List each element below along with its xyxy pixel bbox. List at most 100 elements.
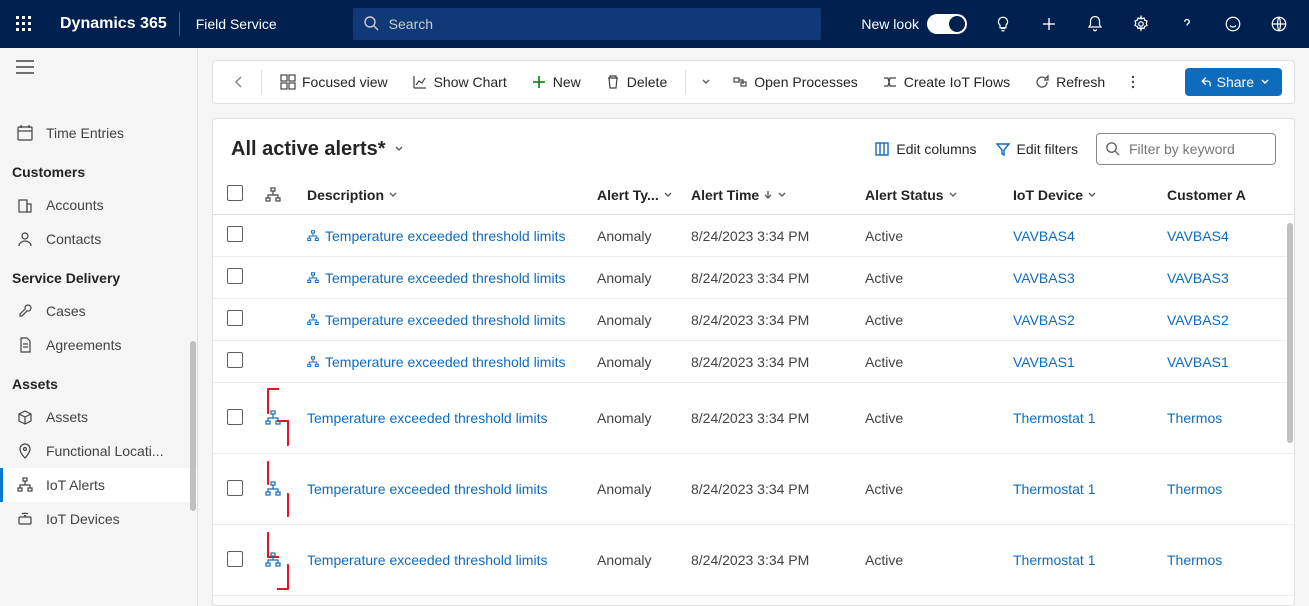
share-button[interactable]: Share	[1185, 68, 1282, 96]
customer-asset-link[interactable]: VAVBAS4	[1167, 228, 1229, 244]
customer-asset-link[interactable]: VAVBAS2	[1167, 312, 1229, 328]
grid-scrollbar[interactable]	[1287, 223, 1293, 443]
description-link[interactable]: Temperature exceeded threshold limits	[307, 481, 547, 497]
sidebar-item-iot-devices[interactable]: IoT Devices	[0, 502, 197, 536]
bell-icon[interactable]	[1073, 0, 1117, 48]
view-title-dropdown[interactable]: All active alerts*	[231, 138, 406, 161]
new-button[interactable]: New	[521, 68, 591, 96]
device-link[interactable]: VAVBAS4	[1013, 228, 1075, 244]
table-row[interactable]: Temperature exceeded threshold limitsAno…	[213, 299, 1294, 341]
create-iot-flows-button[interactable]: Create IoT Flows	[872, 68, 1020, 96]
filter-input[interactable]	[1096, 133, 1276, 165]
delete-split-button[interactable]	[694, 70, 718, 94]
table-row[interactable]: Temperature exceeded threshold limits Ano…	[213, 525, 1294, 596]
description-link[interactable]: Temperature exceeded threshold limits	[325, 354, 565, 370]
device-link[interactable]: Thermostat 1	[1013, 552, 1095, 568]
device-link[interactable]: Thermostat 1	[1013, 410, 1095, 426]
row-checkbox[interactable]	[213, 383, 257, 454]
delete-button[interactable]: Delete	[595, 68, 677, 96]
customer-asset-link[interactable]: Thermos	[1167, 552, 1222, 568]
overflow-button[interactable]	[1119, 68, 1147, 96]
row-checkbox[interactable]	[213, 341, 257, 383]
description-link[interactable]: Temperature exceeded threshold limits	[325, 312, 565, 328]
focused-view-button[interactable]: Focused view	[270, 68, 398, 96]
customer-asset-link[interactable]: Thermos	[1167, 410, 1222, 426]
global-search[interactable]	[353, 8, 821, 40]
column-header-iot-device[interactable]: IoT Device	[1005, 175, 1159, 215]
edit-columns-button[interactable]: Edit columns	[874, 141, 976, 157]
sidebar-item-functional-locations[interactable]: Functional Locati...	[0, 434, 197, 468]
open-processes-button[interactable]: Open Processes	[722, 68, 868, 96]
hierarchy-icon[interactable]	[307, 356, 319, 368]
hierarchy-icon[interactable]	[265, 532, 291, 590]
sidebar-item-time-off[interactable]: Time Off Requests	[0, 82, 197, 116]
row-checkbox[interactable]	[213, 299, 257, 341]
app-launcher-icon[interactable]	[0, 16, 48, 32]
table-row[interactable]: Temperature exceeded threshold limitsAno…	[213, 454, 1294, 525]
customer-asset-link[interactable]: VAVBAS3	[1167, 270, 1229, 286]
refresh-button[interactable]: Refresh	[1024, 68, 1115, 96]
row-checkbox[interactable]	[213, 525, 257, 596]
table-row[interactable]: Temperature exceeded threshold limits Ano…	[213, 383, 1294, 454]
separator	[261, 70, 262, 94]
smile-icon[interactable]	[1211, 0, 1255, 48]
hierarchy-icon[interactable]	[307, 272, 319, 284]
device-icon	[16, 510, 34, 528]
plus-icon[interactable]	[1027, 0, 1071, 48]
sidebar-item-time-entries[interactable]: Time Entries	[0, 116, 197, 150]
description-link[interactable]: Temperature exceeded threshold limits	[307, 410, 547, 426]
column-header-alert-time[interactable]: Alert Time	[683, 175, 857, 215]
device-link[interactable]: VAVBAS3	[1013, 270, 1075, 286]
edit-filters-button[interactable]: Edit filters	[995, 141, 1078, 157]
row-checkbox[interactable]	[213, 454, 257, 525]
cell-alert-type: Anomaly	[589, 525, 683, 596]
table-row[interactable]: Temperature exceeded threshold limitsAno…	[213, 257, 1294, 299]
brand-title[interactable]: Dynamics 365	[48, 15, 179, 33]
sidebar-item-contacts[interactable]: Contacts	[0, 222, 197, 256]
description-link[interactable]: Temperature exceeded threshold limits	[325, 228, 565, 244]
back-button[interactable]	[225, 68, 253, 96]
help-icon[interactable]	[1165, 0, 1209, 48]
gear-icon[interactable]	[1119, 0, 1163, 48]
cell-alert-type: Anomaly	[589, 383, 683, 454]
sidebar-item-agreements[interactable]: Agreements	[0, 328, 197, 362]
sidebar-item-iot-alerts[interactable]: IoT Alerts	[0, 468, 197, 502]
description-link[interactable]: Temperature exceeded threshold limits	[307, 552, 547, 568]
globe-icon[interactable]	[1257, 0, 1301, 48]
hierarchy-icon[interactable]	[265, 388, 291, 446]
customer-asset-link[interactable]: Thermos	[1167, 481, 1222, 497]
row-checkbox[interactable]	[213, 596, 257, 606]
description-link[interactable]: Temperature exceeded threshold limits	[325, 270, 565, 286]
hierarchy-icon[interactable]	[307, 230, 319, 242]
sidebar-item-cases[interactable]: Cases	[0, 294, 197, 328]
sidebar-scrollbar[interactable]	[187, 48, 197, 606]
lightbulb-icon[interactable]	[981, 0, 1025, 48]
cell-alert-time: 8/24/2023 3:34 PM	[683, 299, 857, 341]
select-all-checkbox[interactable]	[213, 175, 257, 215]
device-link[interactable]: Thermostat 1	[1013, 481, 1095, 497]
hierarchy-icon[interactable]	[307, 314, 319, 326]
device-link[interactable]: VAVBAS2	[1013, 312, 1075, 328]
row-checkbox[interactable]	[213, 257, 257, 299]
column-header-alert-type[interactable]: Alert Ty...	[589, 175, 683, 215]
cell-alert-time: 8/24/2023 3:34 PM	[683, 383, 857, 454]
module-name[interactable]: Field Service	[180, 16, 293, 32]
device-link[interactable]: VAVBAS1	[1013, 354, 1075, 370]
sidebar-item-assets[interactable]: Assets	[0, 400, 197, 434]
show-chart-button[interactable]: Show Chart	[402, 68, 517, 96]
customer-asset-link[interactable]: VAVBAS1	[1167, 354, 1229, 370]
column-header-description[interactable]: Description	[299, 175, 589, 215]
table-row[interactable]: Temperature exceeded threshold limitsAno…	[213, 596, 1294, 606]
location-icon	[16, 442, 34, 460]
column-header-customer-asset[interactable]: Customer A	[1159, 175, 1294, 215]
new-look-toggle[interactable]: New look	[861, 14, 967, 34]
chevron-down-icon	[948, 190, 958, 200]
table-row[interactable]: Temperature exceeded threshold limitsAno…	[213, 341, 1294, 383]
row-checkbox[interactable]	[213, 215, 257, 257]
table-row[interactable]: Temperature exceeded threshold limitsAno…	[213, 215, 1294, 257]
hierarchy-icon[interactable]	[265, 461, 291, 517]
column-header-alert-status[interactable]: Alert Status	[857, 175, 1005, 215]
sidebar-item-accounts[interactable]: Accounts	[0, 188, 197, 222]
menu-toggle[interactable]	[0, 48, 197, 82]
hierarchy-column-header[interactable]	[257, 175, 299, 215]
